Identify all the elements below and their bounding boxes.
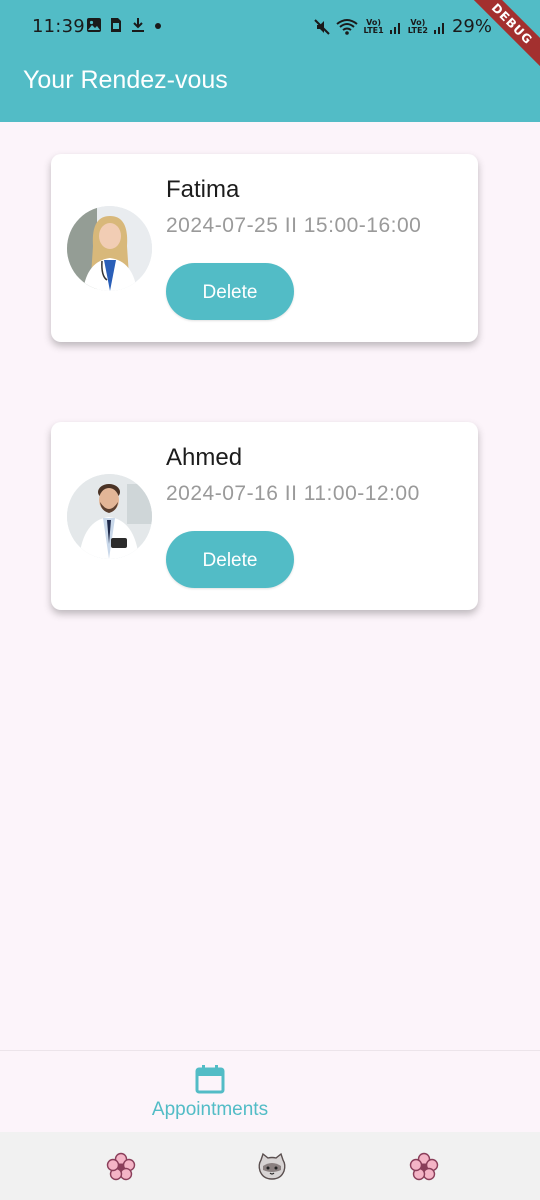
delete-button[interactable]: Delete <box>166 531 294 588</box>
battery-percentage: 29% <box>451 16 492 37</box>
status-bar: 11:39 Vo) LTE1 Vo) LTE2 29% <box>0 0 540 56</box>
appointment-card: Fatima 2024-07-25 II 15:00-16:00 Delete <box>51 154 478 342</box>
male-doctor-photo <box>67 474 152 559</box>
page-title: Your Rendez-vous <box>23 66 228 94</box>
sim-card-icon <box>111 18 121 32</box>
cat-face-icon[interactable] <box>257 1152 287 1182</box>
appointment-datetime: 2024-07-25 II 15:00-16:00 <box>166 214 422 237</box>
status-time: 11:39 <box>32 16 85 37</box>
status-notification-icons <box>86 17 164 33</box>
bottom-navigation: Appointments <box>0 1050 540 1133</box>
sim1-network-label: Vo) LTE1 <box>363 17 384 35</box>
mute-icon <box>314 18 331 35</box>
delete-button[interactable]: Delete <box>166 263 294 320</box>
flower-icon[interactable] <box>409 1152 439 1182</box>
doctor-name: Fatima <box>166 176 240 203</box>
nav-item-appointments[interactable]: Appointments <box>130 1063 290 1121</box>
appointment-datetime: 2024-07-16 II 11:00-12:00 <box>166 482 420 505</box>
female-doctor-photo <box>67 206 152 291</box>
signal-icon <box>389 22 400 34</box>
nav-label-appointments: Appointments <box>151 1099 269 1120</box>
signal-icon <box>433 22 444 34</box>
download-icon <box>132 18 144 32</box>
doctor-avatar <box>67 474 152 559</box>
appointment-card: Ahmed 2024-07-16 II 11:00-12:00 Delete <box>51 422 478 610</box>
doctor-avatar <box>67 206 152 291</box>
gallery-icon <box>87 18 101 32</box>
system-navigation-bar <box>0 1132 540 1200</box>
app-header: 11:39 Vo) LTE1 Vo) LTE2 29% DEBUG Your R… <box>0 0 540 122</box>
calendar-icon <box>195 1065 225 1094</box>
doctor-name: Ahmed <box>166 444 243 471</box>
sim2-network-label: Vo) LTE2 <box>407 17 428 35</box>
notification-dot-icon <box>155 23 161 29</box>
wifi-icon <box>336 18 359 35</box>
flower-icon[interactable] <box>106 1152 136 1182</box>
status-system-icons: Vo) LTE1 Vo) LTE2 29% <box>313 16 492 37</box>
